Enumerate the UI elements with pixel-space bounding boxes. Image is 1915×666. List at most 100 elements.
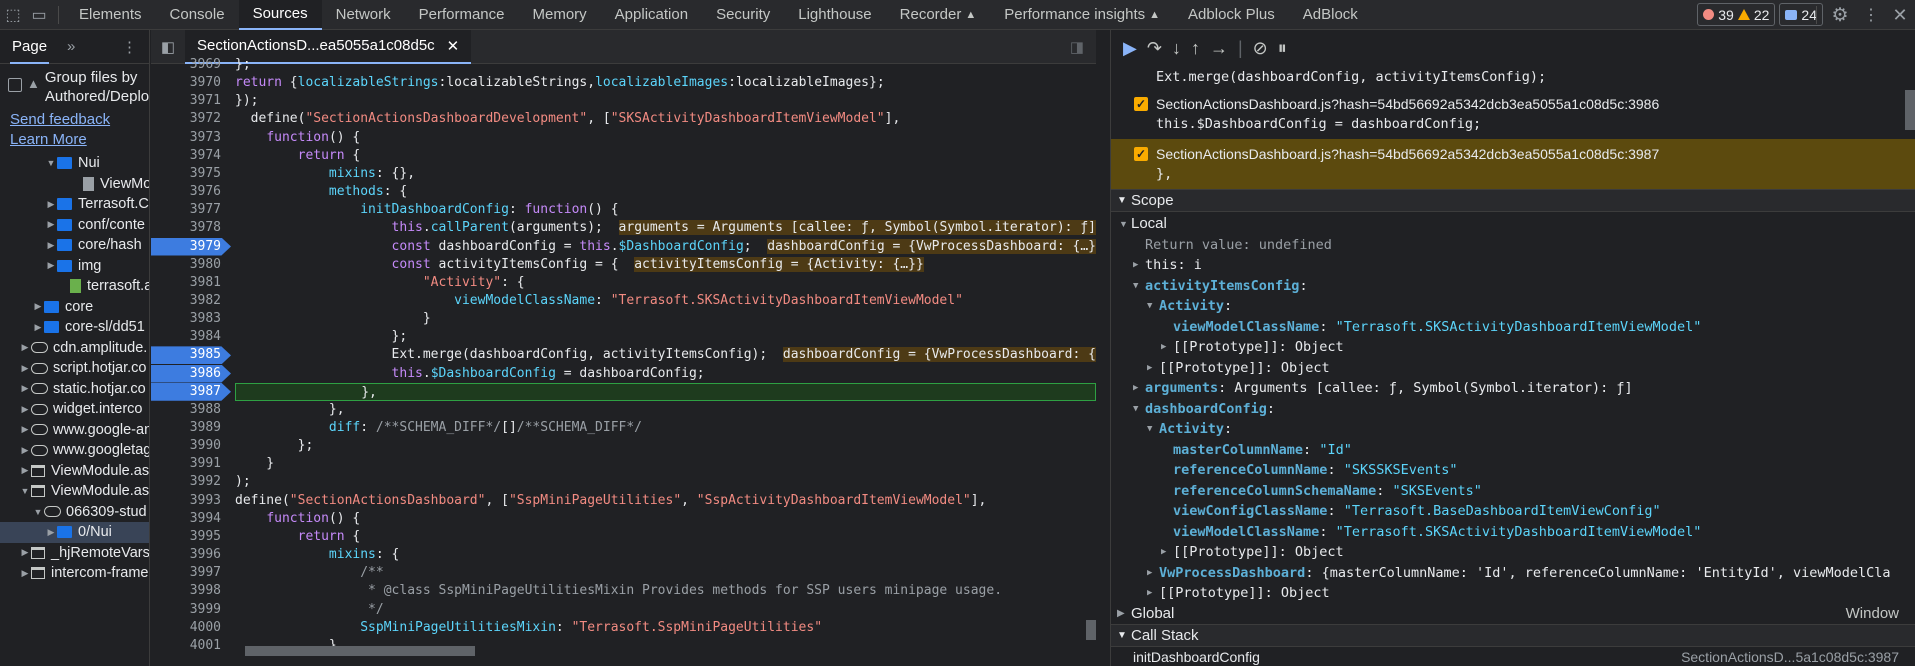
code-line[interactable]: diff: /**SCHEMA_DIFF*/[]/**SCHEMA_DIFF*/ xyxy=(235,419,642,437)
code-line[interactable]: ); xyxy=(235,473,251,491)
scope-property[interactable]: ▶ VwProcessDashboard: {masterColumnName: … xyxy=(1111,563,1915,584)
line-number[interactable]: 3969 xyxy=(151,56,231,74)
line-number[interactable]: 3981 xyxy=(151,274,231,292)
tab-adblock[interactable]: AdBlock xyxy=(1289,0,1372,30)
tab-memory[interactable]: Memory xyxy=(519,0,601,30)
line-number[interactable]: 3973 xyxy=(151,129,231,147)
tab-performance-insights[interactable]: Performance insights ▲ xyxy=(990,0,1174,30)
scope-property[interactable]: ▼ Local xyxy=(1111,214,1915,235)
code-line[interactable]: methods: { xyxy=(235,183,407,201)
line-number[interactable]: 3997 xyxy=(151,564,231,582)
expand-right-icon[interactable]: ▶ xyxy=(19,568,31,579)
expand-right-icon[interactable] xyxy=(1161,481,1173,502)
line-number[interactable]: 3982 xyxy=(151,292,231,310)
expand-down-icon[interactable]: ▼ xyxy=(19,486,31,496)
expand-right-icon[interactable]: ▶ xyxy=(1147,358,1159,379)
code-line[interactable]: mixins: { xyxy=(235,546,399,564)
tree-item[interactable]: ▶ core xyxy=(0,297,149,318)
expand-right-icon[interactable] xyxy=(1161,440,1173,461)
scope-property[interactable]: referenceColumnName: "SKSSKSEvents" xyxy=(1111,460,1915,481)
current-execution-line[interactable]: }, xyxy=(235,382,1096,401)
tree-item[interactable]: ▼ Nui xyxy=(0,153,149,174)
tree-item[interactable]: ▶ static.hotjar.co xyxy=(0,379,149,400)
breakpoint-item[interactable]: ✓ SectionActionsDashboard.js?hash=54bd566… xyxy=(1111,89,1915,139)
expand-right-icon[interactable]: ▶ xyxy=(45,260,57,271)
code-line[interactable]: mixins: {}, xyxy=(235,165,415,183)
toggle-navigator-icon[interactable]: ◧ xyxy=(151,38,185,56)
expand-right-icon[interactable]: ▶ xyxy=(19,383,31,394)
line-number[interactable]: 3980 xyxy=(151,256,231,274)
expand-down-icon[interactable]: ▼ xyxy=(1147,296,1159,317)
scope-property[interactable]: ▼ Activity: xyxy=(1111,296,1915,317)
scope-property[interactable]: Return value: undefined xyxy=(1111,235,1915,256)
expand-right-icon[interactable]: ▶ xyxy=(19,424,31,435)
line-number[interactable]: 3970 xyxy=(151,74,231,92)
line-number[interactable]: 3994 xyxy=(151,510,231,528)
more-options-icon[interactable]: ⋮ xyxy=(1857,0,1885,30)
code-line[interactable]: * @class SspMiniPageUtilitiesMixin Provi… xyxy=(235,582,1002,600)
code-line[interactable]: this.$DashboardConfig = dashboardConfig; xyxy=(235,365,705,383)
scope-property[interactable]: ▼ dashboardConfig: xyxy=(1111,399,1915,420)
scope-property[interactable]: ▼ Activity: xyxy=(1111,419,1915,440)
tree-item[interactable]: ▶ core/hash xyxy=(0,235,149,256)
code-line[interactable]: }); xyxy=(235,92,258,110)
code-line[interactable]: Ext.merge(dashboardConfig, activityItems… xyxy=(235,346,1096,364)
tab-recorder[interactable]: Recorder ▲ xyxy=(886,0,991,30)
line-number[interactable]: 4001 xyxy=(151,637,231,655)
deactivate-breakpoints-icon[interactable]: ⊘ xyxy=(1253,38,1268,59)
code-line[interactable]: SspMiniPageUtilitiesMixin: "Terrasoft.Ss… xyxy=(235,619,822,637)
line-number[interactable]: 3978 xyxy=(151,219,231,237)
breakpoint-item[interactable]: ✓ SectionActionsDashboard.js?hash=54bd566… xyxy=(1111,139,1915,189)
code-line[interactable]: return {localizableStrings:localizableSt… xyxy=(235,74,885,92)
tree-item[interactable]: ViewModule.aspx xyxy=(0,174,149,195)
scope-property[interactable]: ▶ [[Prototype]]: Object xyxy=(1111,542,1915,563)
tree-item[interactable]: ▶ core-sl/dd51 xyxy=(0,317,149,338)
expand-right-icon[interactable] xyxy=(1161,501,1173,522)
breakpoint-line-number[interactable]: 3987 xyxy=(151,382,231,401)
more-tabs-icon[interactable]: » xyxy=(67,38,75,55)
tab-console[interactable]: Console xyxy=(156,0,239,30)
tab-application[interactable]: Application xyxy=(601,0,702,30)
code-line[interactable]: }; xyxy=(235,56,251,74)
tree-item[interactable]: ▶ 0/Nui xyxy=(0,522,149,543)
tree-item[interactable]: ▶ script.hotjar.co xyxy=(0,358,149,379)
code-line[interactable]: }; xyxy=(235,437,314,455)
expand-right-icon[interactable]: ▶ xyxy=(45,199,57,210)
line-number[interactable]: 3972 xyxy=(151,110,231,128)
learn-more-link[interactable]: Learn More xyxy=(0,130,149,150)
expand-right-icon[interactable]: ▶ xyxy=(19,363,31,374)
expand-right-icon[interactable]: ▶ xyxy=(1161,337,1173,358)
expand-right-icon[interactable]: ▶ xyxy=(32,322,44,333)
code-line[interactable]: "Activity": { xyxy=(235,274,525,292)
breakpoint-line-number[interactable]: 3986 xyxy=(151,364,231,383)
line-number[interactable]: 3992 xyxy=(151,473,231,491)
code-line[interactable]: initDashboardConfig: function() { xyxy=(235,201,618,219)
errors-badge[interactable]: 39 22 xyxy=(1697,3,1776,26)
expand-right-icon[interactable]: ▶ xyxy=(19,342,31,353)
pause-exceptions-icon[interactable]: ⏸ xyxy=(1278,38,1287,59)
expand-down-icon[interactable]: ▼ xyxy=(1147,419,1159,440)
close-icon[interactable]: ✕ xyxy=(1885,0,1915,30)
scope-property[interactable]: ▶ [[Prototype]]: Object xyxy=(1111,337,1915,358)
line-number[interactable]: 3991 xyxy=(151,455,231,473)
call-stack-frame[interactable]: initDashboardConfig SectionActionsD...5a1… xyxy=(1111,647,1915,666)
scope-property[interactable]: ▶ [[Prototype]]: Object xyxy=(1111,583,1915,604)
line-number[interactable]: 3995 xyxy=(151,528,231,546)
step-into-icon[interactable]: ↓ xyxy=(1172,38,1181,59)
toggle-debugger-icon[interactable]: ◨ xyxy=(1070,38,1084,56)
expand-right-icon[interactable]: ▶ xyxy=(19,465,31,476)
code-line[interactable]: return { xyxy=(235,147,361,165)
expand-right-icon[interactable]: ▶ xyxy=(45,240,57,251)
line-number[interactable]: 3989 xyxy=(151,419,231,437)
navigator-menu-icon[interactable]: ⋮ xyxy=(122,38,137,56)
debugger-scrollbar[interactable] xyxy=(1905,70,1915,666)
scope-property[interactable]: viewConfigClassName: "Terrasoft.BaseDash… xyxy=(1111,501,1915,522)
tree-item[interactable]: ▶ _hjRemoteVarsF xyxy=(0,543,149,564)
global-scope-row[interactable]: ▶ Global Window xyxy=(1111,604,1915,625)
breakpoint-checkbox[interactable]: ✓ xyxy=(1134,147,1148,161)
line-number[interactable]: 3996 xyxy=(151,546,231,564)
tree-item[interactable]: ▶ img xyxy=(0,256,149,277)
tree-item[interactable]: ▶ widget.interco xyxy=(0,399,149,420)
line-number[interactable]: 3988 xyxy=(151,401,231,419)
expand-right-icon[interactable]: ▶ xyxy=(19,404,31,415)
